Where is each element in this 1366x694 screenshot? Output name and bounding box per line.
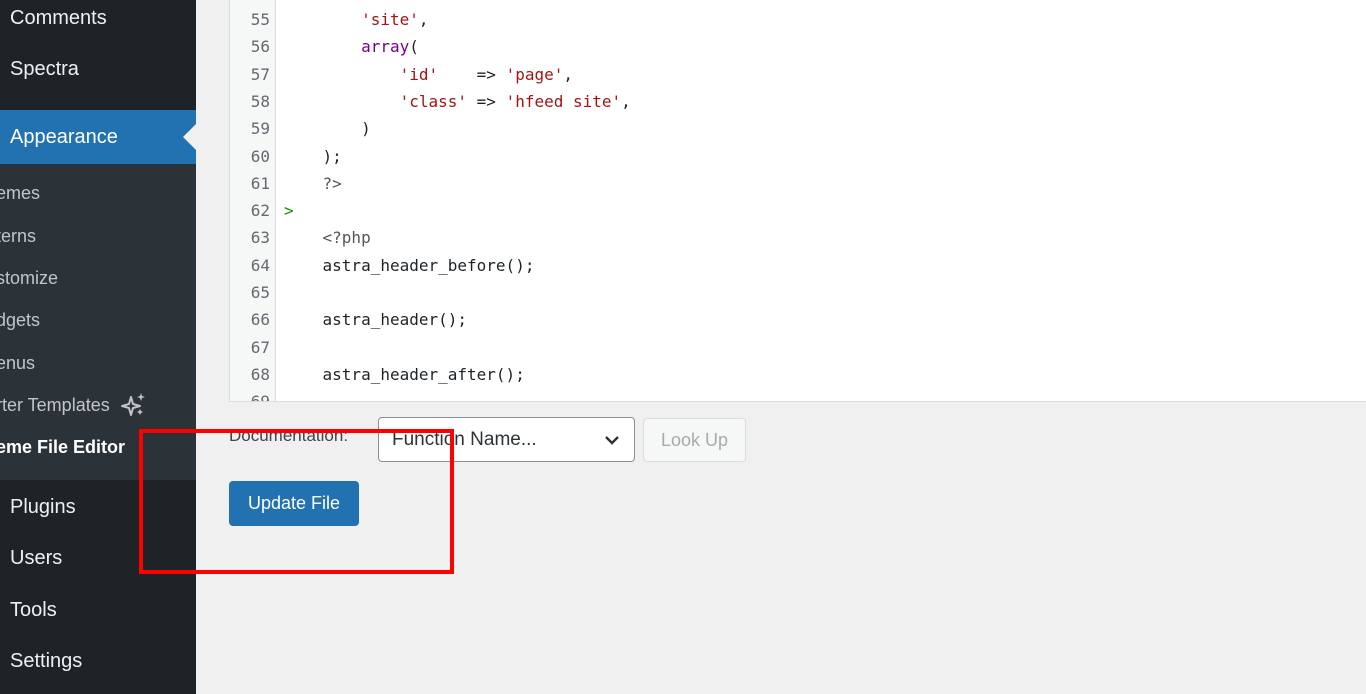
code-line[interactable]: 64 astra_header_before();	[230, 252, 1366, 279]
submenu-item-customize[interactable]: stomize	[0, 261, 196, 295]
code-text: 'id' => 'page',	[399, 64, 573, 84]
submenu-item-starter-templates[interactable]: rter Templates	[0, 388, 196, 422]
submenu-item-themes[interactable]: emes	[0, 176, 196, 210]
code-line[interactable]: 69	[230, 388, 1366, 402]
submenu-item-patterns[interactable]: terns	[0, 219, 196, 253]
sidebar-item-label: Settings	[10, 649, 83, 672]
submenu-item-label: eme File Editor	[0, 436, 126, 457]
submenu-item-label: dgets	[0, 309, 41, 330]
code-text: );	[284, 146, 342, 166]
code-line[interactable]: 61 ?>	[230, 170, 1366, 197]
code-text: ?>	[284, 173, 342, 193]
submenu-item-menus[interactable]: enus	[0, 346, 196, 380]
look-up-button-label: Look Up	[660, 429, 729, 450]
line-number: 64	[250, 255, 270, 275]
line-number: 59	[250, 119, 270, 139]
submenu-item-label: emes	[0, 182, 41, 203]
line-number: 60	[250, 146, 270, 166]
code-text: array(	[361, 37, 419, 57]
function-name-select[interactable]: Function Name...	[378, 417, 635, 462]
line-number: 56	[250, 37, 270, 57]
code-line[interactable]: 59 )	[230, 115, 1366, 142]
line-number: 65	[250, 283, 270, 302]
sidebar-item-comments[interactable]: Comments	[0, 0, 196, 36]
code-text: 'site',	[361, 10, 429, 29]
sidebar-item-users[interactable]: Users	[0, 539, 196, 577]
sidebar-item-tools[interactable]: Tools	[0, 591, 196, 629]
admin-sidebar: Comments Spectra Appearance emes terns s…	[0, 0, 196, 694]
code-text: astra_header_after();	[284, 364, 525, 384]
line-number: 55	[250, 10, 270, 29]
code-text: 'class' => 'hfeed site',	[399, 91, 631, 111]
code-text: astra_header();	[284, 310, 468, 330]
submenu-item-label: enus	[0, 352, 36, 373]
code-line[interactable]: 56 array(	[230, 33, 1366, 60]
update-file-button-label: Update File	[247, 493, 341, 513]
submenu-item-label: terns	[0, 225, 37, 246]
code-line[interactable]: 58 'class' => 'hfeed site',	[230, 88, 1366, 115]
submenu-item-widgets[interactable]: dgets	[0, 303, 196, 337]
sidebar-item-appearance[interactable]: Appearance	[0, 110, 196, 164]
update-file-button[interactable]: Update File	[229, 481, 359, 526]
code-editor[interactable]: 55 'site', 56 array(57 'id' => 'page', 58 …	[229, 0, 1366, 402]
current-menu-arrow-icon	[183, 124, 196, 150]
code-text: )	[284, 119, 371, 139]
sidebar-item-spectra[interactable]: Spectra	[0, 50, 196, 88]
sidebar-item-label: Users	[10, 546, 63, 569]
sidebar-item-label: Tools	[10, 598, 57, 621]
submenu-item-label: rter Templates	[0, 394, 110, 415]
function-name-select-value: Function Name...	[392, 428, 537, 450]
code-line[interactable]: 62 >	[230, 197, 1366, 224]
sidebar-item-label: Spectra	[10, 57, 79, 80]
code-text: astra_header_before();	[284, 255, 535, 275]
documentation-label: Documentation:	[229, 426, 349, 445]
line-number: 57	[250, 64, 270, 84]
look-up-button[interactable]: Look Up	[643, 418, 746, 462]
line-number: 66	[250, 310, 270, 330]
code-line[interactable]: 66 astra_header();	[230, 306, 1366, 333]
sidebar-item-settings[interactable]: Settings	[0, 642, 196, 680]
line-number: 68	[250, 364, 270, 384]
sidebar-item-plugins[interactable]: Plugins	[0, 488, 196, 526]
sidebar-item-label: Appearance	[10, 125, 118, 148]
chevron-down-icon	[605, 436, 619, 445]
code-line[interactable]: 55 'site',	[230, 6, 1366, 33]
submenu-item-theme-file-editor[interactable]: eme File Editor	[0, 430, 196, 464]
code-line[interactable]: 65	[230, 279, 1366, 306]
sidebar-item-label: Plugins	[10, 495, 76, 518]
line-number: 67	[250, 337, 270, 357]
code-text: <?php	[284, 228, 371, 248]
code-line[interactable]: 63 <?php	[230, 224, 1366, 251]
submenu-item-label: stomize	[0, 267, 59, 288]
code-line[interactable]: 67	[230, 334, 1366, 361]
code-text: >	[284, 201, 294, 221]
sidebar-item-label: Comments	[10, 6, 107, 29]
line-number: 69	[250, 392, 270, 402]
sparkle-icon	[120, 393, 145, 416]
code-line[interactable]: 57 'id' => 'page',	[230, 61, 1366, 88]
line-number: 62	[250, 201, 270, 221]
code-line[interactable]: 60 );	[230, 143, 1366, 170]
line-number: 63	[250, 228, 270, 248]
line-number: 58	[250, 91, 270, 111]
appearance-submenu: emes terns stomize dgets enus rter Templ…	[0, 164, 196, 480]
code-line[interactable]: 68 astra_header_after();	[230, 361, 1366, 388]
line-number: 61	[250, 173, 270, 193]
